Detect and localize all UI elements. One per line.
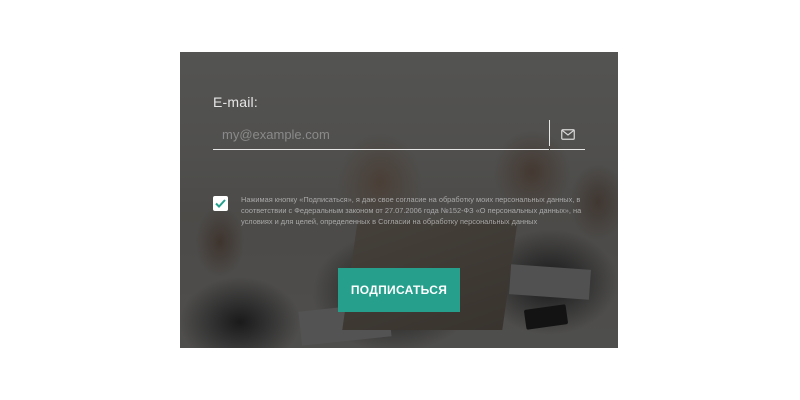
envelope-icon [560,129,575,140]
page: E-mail: Нажимая кнопку «Подписаться», я … [0,0,800,400]
checkmark-icon [215,199,226,208]
consent-text: Нажимая кнопку «Подписаться», я даю свое… [241,195,582,226]
subscribe-card: E-mail: Нажимая кнопку «Подписаться», я … [180,52,618,348]
email-submit-button[interactable] [550,120,585,150]
email-input[interactable] [213,120,549,150]
consent-checkbox[interactable] [213,196,228,211]
subscribe-button[interactable]: ПОДПИСАТЬСЯ [338,268,460,312]
email-label: E-mail: [213,94,258,110]
